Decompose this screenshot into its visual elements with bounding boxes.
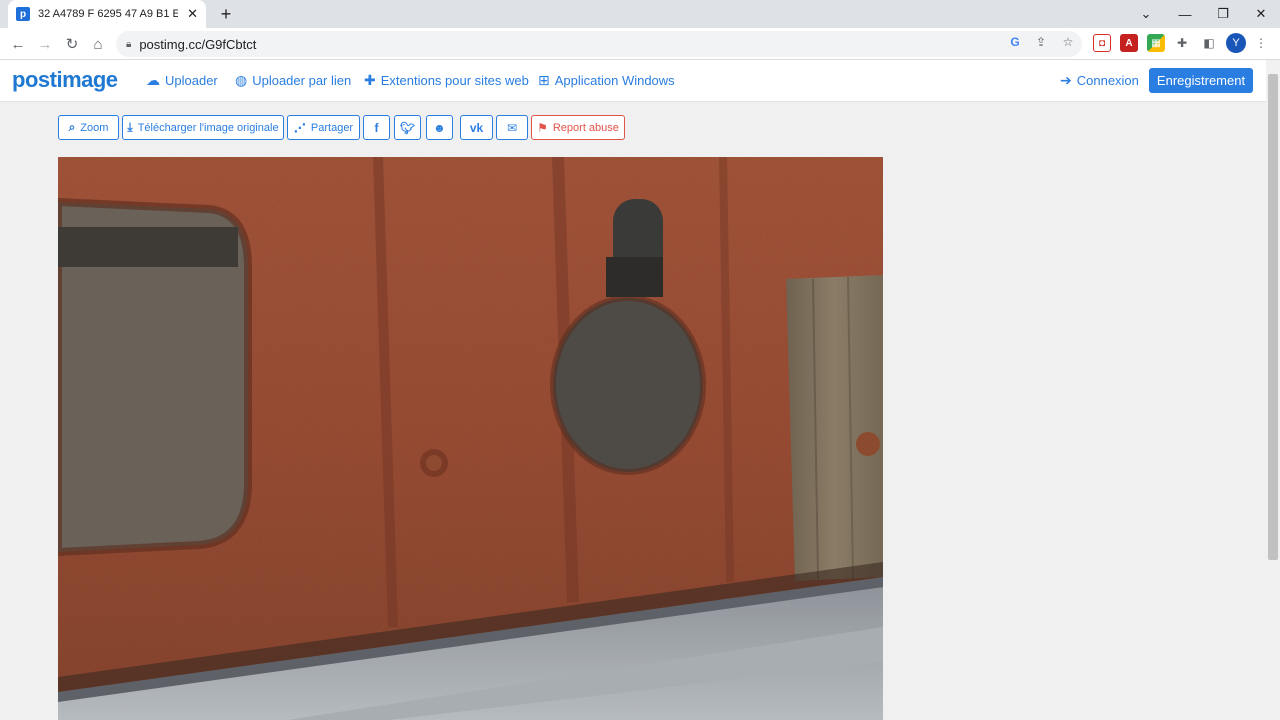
new-tab-icon[interactable]: + bbox=[216, 4, 236, 24]
nav-uploader[interactable]: ☁ Uploader bbox=[146, 72, 218, 89]
tab-close-icon[interactable]: ✕ bbox=[187, 6, 198, 22]
twitter-icon: 🐦︎ bbox=[399, 120, 416, 135]
extension-shield-icon[interactable]: ◘ bbox=[1093, 34, 1111, 52]
forward-arrow-icon[interactable]: → bbox=[33, 32, 57, 56]
reddit-share-button[interactable]: ☻ bbox=[426, 115, 453, 140]
tab-title: 32 A4789 F 6295 47 A9 B1 E4 8 E bbox=[38, 8, 178, 20]
share-icon: ⋰ bbox=[293, 120, 306, 135]
report-abuse-button[interactable]: ⚑ Report abuse bbox=[531, 115, 625, 140]
zoom-button[interactable]: ⌕ Zoom bbox=[58, 115, 119, 140]
lock-icon: 🔒︎ bbox=[126, 38, 132, 50]
page-scrollbar-thumb[interactable] bbox=[1268, 74, 1278, 560]
twitter-share-button[interactable]: 🐦︎ bbox=[394, 115, 421, 140]
envelope-icon: ✉ bbox=[506, 120, 518, 135]
nav-windows-app[interactable]: ⊞ Application Windows bbox=[538, 72, 675, 89]
login-link[interactable]: ➔ Connexion bbox=[1060, 72, 1139, 89]
address-bar[interactable]: 🔒︎ postimg.cc/G9fCbtct bbox=[116, 31, 1082, 57]
site-header: postimage ☁ Uploader ◍ Uploader par lien… bbox=[0, 60, 1266, 102]
windows-icon: ⊞ bbox=[538, 72, 550, 88]
google-lens-icon[interactable]: G bbox=[1006, 33, 1024, 51]
postimage-favicon-icon: p bbox=[16, 7, 30, 21]
globe-icon: ◍ bbox=[235, 72, 248, 88]
extension-grid-icon[interactable]: ▦ bbox=[1147, 34, 1165, 52]
cloud-upload-icon: ☁ bbox=[146, 72, 160, 88]
rusted-beam-image bbox=[58, 157, 883, 720]
tab-search-chevron-icon[interactable]: ⌄ bbox=[1127, 0, 1165, 28]
download-original-button[interactable]: ⤓ Télécharger l'image originale bbox=[122, 115, 284, 140]
share-page-icon[interactable]: ⇪ bbox=[1032, 33, 1050, 51]
back-arrow-icon[interactable]: ← bbox=[6, 32, 30, 56]
download-icon: ⤓ bbox=[127, 120, 133, 134]
zoom-magnifier-icon: ⌕ bbox=[68, 120, 76, 134]
nav-uploader-link[interactable]: ◍ Uploader par lien bbox=[235, 72, 351, 89]
email-share-button[interactable]: ✉ bbox=[496, 115, 528, 140]
url-text: postimg.cc/G9fCbtct bbox=[139, 36, 257, 52]
browser-toolbar: ← → ↻ ⌂ 🔒︎ postimg.cc/G9fCbtct G ⇪ ☆ ◘ A… bbox=[0, 28, 1280, 60]
share-button[interactable]: ⋰ Partager bbox=[287, 115, 360, 140]
browser-tab[interactable]: p 32 A4789 F 6295 47 A9 B1 E4 8 E ✕ bbox=[8, 0, 206, 28]
minimize-icon[interactable]: — bbox=[1166, 0, 1204, 28]
reload-icon[interactable]: ↻ bbox=[60, 32, 84, 56]
flag-icon: ⚑ bbox=[537, 120, 548, 135]
register-button[interactable]: Enregistrement bbox=[1149, 68, 1253, 93]
nav-extensions[interactable]: ✚ Extentions pour sites web bbox=[364, 72, 529, 89]
reddit-icon: ☻ bbox=[433, 120, 446, 135]
puzzle-icon: ✚ bbox=[364, 72, 376, 88]
facebook-icon: f bbox=[374, 120, 379, 135]
facebook-share-button[interactable]: f bbox=[363, 115, 390, 140]
close-window-icon[interactable]: ✕ bbox=[1242, 0, 1280, 28]
home-icon[interactable]: ⌂ bbox=[86, 32, 110, 56]
postimage-logo[interactable]: postimage bbox=[12, 67, 118, 93]
browser-tabstrip: p 32 A4789 F 6295 47 A9 B1 E4 8 E ✕ + ⌄ … bbox=[0, 0, 1280, 28]
bookmark-star-icon[interactable]: ☆ bbox=[1059, 33, 1077, 51]
restore-icon[interactable]: ❐ bbox=[1204, 0, 1242, 28]
vk-icon: vk bbox=[469, 120, 484, 135]
profile-avatar[interactable]: Y bbox=[1226, 33, 1246, 53]
side-panel-icon[interactable]: ◧ bbox=[1200, 34, 1218, 52]
vk-share-button[interactable]: vk bbox=[460, 115, 493, 140]
sign-in-icon: ➔ bbox=[1060, 72, 1072, 88]
kebab-menu-icon[interactable]: ⋮ bbox=[1252, 34, 1270, 52]
pdf-extension-icon[interactable]: A bbox=[1120, 34, 1138, 52]
uploaded-photo[interactable] bbox=[58, 157, 883, 720]
extensions-puzzle-icon[interactable]: ✚ bbox=[1173, 34, 1191, 52]
